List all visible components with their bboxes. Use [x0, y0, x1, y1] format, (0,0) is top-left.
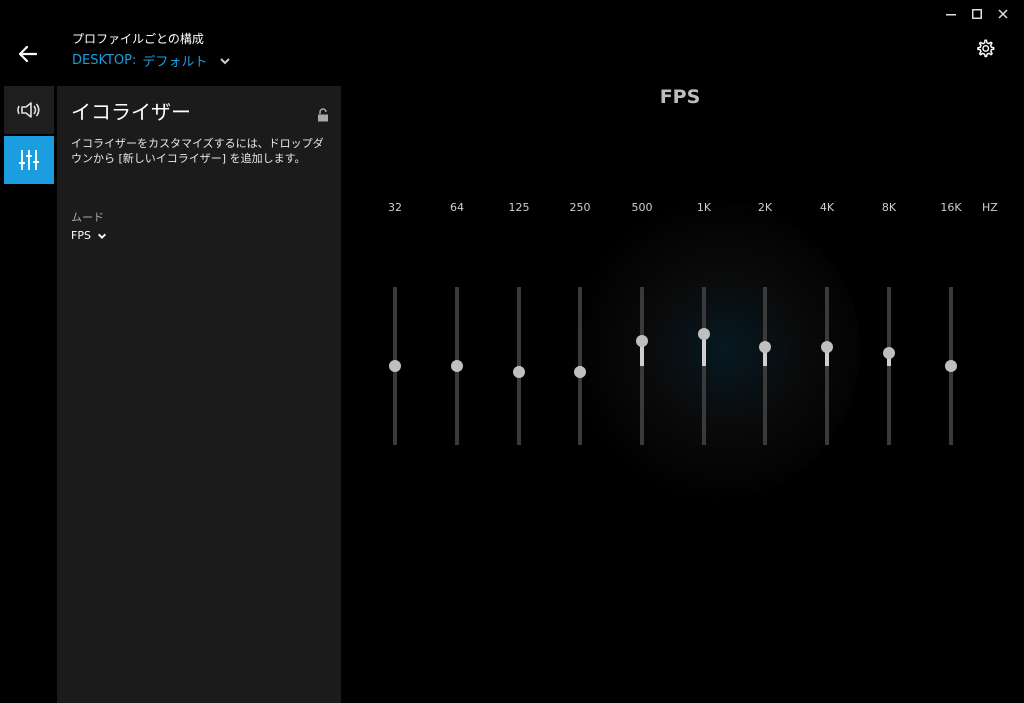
- band-slider-8k[interactable]: [883, 287, 895, 445]
- band-label-125: 125: [508, 201, 530, 214]
- profile-name: デフォルト: [142, 55, 208, 70]
- window-controls: [938, 4, 1016, 24]
- band-label-4k: 4K: [819, 201, 835, 214]
- profile-dropdown[interactable]: DESKTOP: デフォルト: [72, 51, 231, 70]
- speaker-icon: [17, 102, 40, 118]
- close-icon[interactable]: [990, 4, 1016, 24]
- audio-tab[interactable]: [4, 86, 54, 134]
- panel-title: イコライザー: [71, 100, 191, 124]
- band-label-500: 500: [631, 201, 653, 214]
- panel-description: イコライザーをカスタマイズするには、ドロップダウンから [新しいイコライザー] …: [71, 137, 324, 165]
- band-label-16k: 16K: [940, 201, 962, 214]
- band-label-250: 250: [569, 201, 591, 214]
- slider-knob[interactable]: [883, 347, 895, 360]
- equalizer-panel: イコライザー イコライザーをカスタマイズするには、ドロップダウンから [新しいイ…: [57, 86, 341, 703]
- lock-open-icon[interactable]: [317, 108, 329, 122]
- band-label-8k: 8K: [881, 201, 897, 214]
- chevron-down-icon: [220, 57, 231, 64]
- band-slider-500[interactable]: [636, 287, 648, 445]
- slider-knob[interactable]: [389, 360, 401, 372]
- chevron-down-icon: [97, 233, 106, 239]
- sliders-icon: [19, 150, 39, 170]
- profile-prefix: DESKTOP:: [72, 53, 137, 68]
- slider-knob[interactable]: [636, 334, 648, 347]
- equalizer-tab[interactable]: [4, 136, 54, 184]
- sidebar: [4, 86, 54, 186]
- maximize-icon[interactable]: [964, 4, 990, 24]
- slider-knob[interactable]: [513, 366, 525, 379]
- band-label-64: 64: [450, 201, 464, 214]
- slider-knob[interactable]: [451, 360, 463, 372]
- band-slider-4k[interactable]: [821, 287, 833, 445]
- back-arrow-icon[interactable]: [14, 40, 42, 68]
- page-title: プロファイルごとの構成: [72, 32, 204, 46]
- band-slider-250[interactable]: [574, 287, 586, 445]
- minimize-icon[interactable]: [938, 4, 964, 24]
- slider-knob[interactable]: [821, 341, 833, 354]
- band-slider-32[interactable]: [389, 287, 401, 445]
- band-slider-125[interactable]: [513, 287, 525, 445]
- gear-icon[interactable]: [974, 38, 996, 60]
- mode-dropdown[interactable]: FPS: [71, 229, 107, 242]
- mode-value: FPS: [71, 229, 91, 242]
- band-slider-16k[interactable]: [945, 287, 957, 445]
- band-slider-64[interactable]: [451, 287, 463, 445]
- slider-knob[interactable]: [945, 360, 957, 372]
- slider-knob[interactable]: [759, 341, 771, 354]
- band-label-1k: 1K: [696, 201, 712, 214]
- headset-background-image: [560, 200, 860, 500]
- unit-label: HZ: [982, 201, 998, 214]
- band-label-32: 32: [388, 201, 402, 214]
- band-slider-1k[interactable]: [698, 287, 710, 445]
- mode-label: ムード: [71, 211, 104, 224]
- band-label-2k: 2K: [757, 201, 773, 214]
- preset-title: FPS: [659, 86, 701, 108]
- band-slider-2k[interactable]: [759, 287, 771, 445]
